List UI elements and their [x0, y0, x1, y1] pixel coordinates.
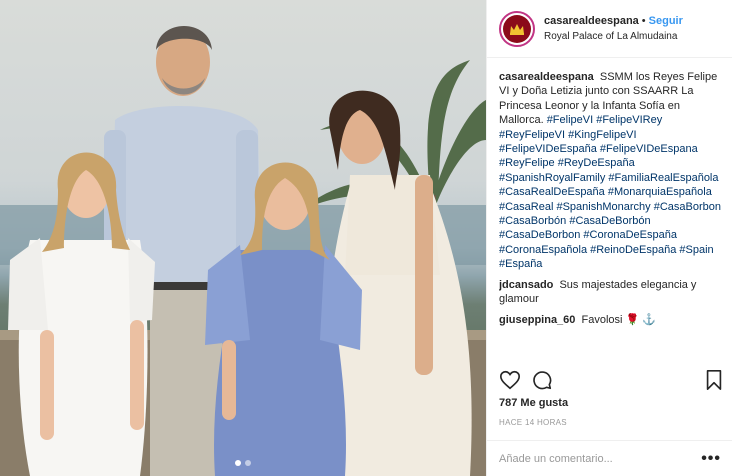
post-timestamp[interactable]: HACE 14 HORAS [499, 418, 567, 427]
add-comment-bar: ••• [487, 440, 732, 476]
comment-input[interactable] [499, 452, 702, 465]
carousel-dot-1[interactable] [235, 460, 241, 466]
header-username[interactable]: casarealdeespana [544, 15, 639, 27]
comment-item: giuseppina_60 Favolosi 🌹 ⚓ [499, 313, 725, 327]
more-options-icon[interactable]: ••• [701, 450, 721, 466]
caption-hashtags[interactable]: #FelipeVI #FelipeVIRey #ReyFelipeVI #Kin… [499, 114, 721, 270]
post-header: casarealdeespana • Seguir Royal Palace of … [487, 0, 732, 58]
avatar[interactable] [499, 10, 535, 47]
family-photo-illustration [0, 26, 486, 476]
comment-icon[interactable] [531, 369, 553, 391]
carousel-dot-2[interactable] [245, 460, 251, 466]
comment-username[interactable]: jdcansado [499, 279, 553, 291]
caption: casarealdeespana SSMM los Reyes Felipe V… [499, 70, 725, 272]
likes-count[interactable]: 787 Me gusta [499, 397, 568, 409]
caption-username[interactable]: casarealdeespana [499, 71, 594, 83]
heart-icon[interactable] [499, 369, 521, 391]
comments-list[interactable]: casarealdeespana SSMM los Reyes Felipe V… [499, 70, 725, 360]
comment-item: jdcansado Sus majestades elegancia y gla… [499, 278, 725, 307]
crown-icon [503, 14, 531, 43]
action-bar [499, 368, 725, 392]
header-text: casarealdeespana • Seguir Royal Palace of … [544, 14, 683, 44]
carousel-indicator [0, 460, 486, 466]
post-photo[interactable] [0, 0, 486, 476]
post-side-panel: casarealdeespana • Seguir Royal Palace of … [486, 0, 732, 476]
follow-button[interactable]: Seguir [649, 15, 683, 27]
location-link[interactable]: Royal Palace of La Almudaina [544, 29, 683, 44]
comment-username[interactable]: giuseppina_60 [499, 314, 575, 326]
bookmark-icon[interactable] [703, 369, 725, 391]
header-separator: • [641, 14, 646, 27]
comment-text: Favolosi 🌹 ⚓ [581, 313, 656, 326]
